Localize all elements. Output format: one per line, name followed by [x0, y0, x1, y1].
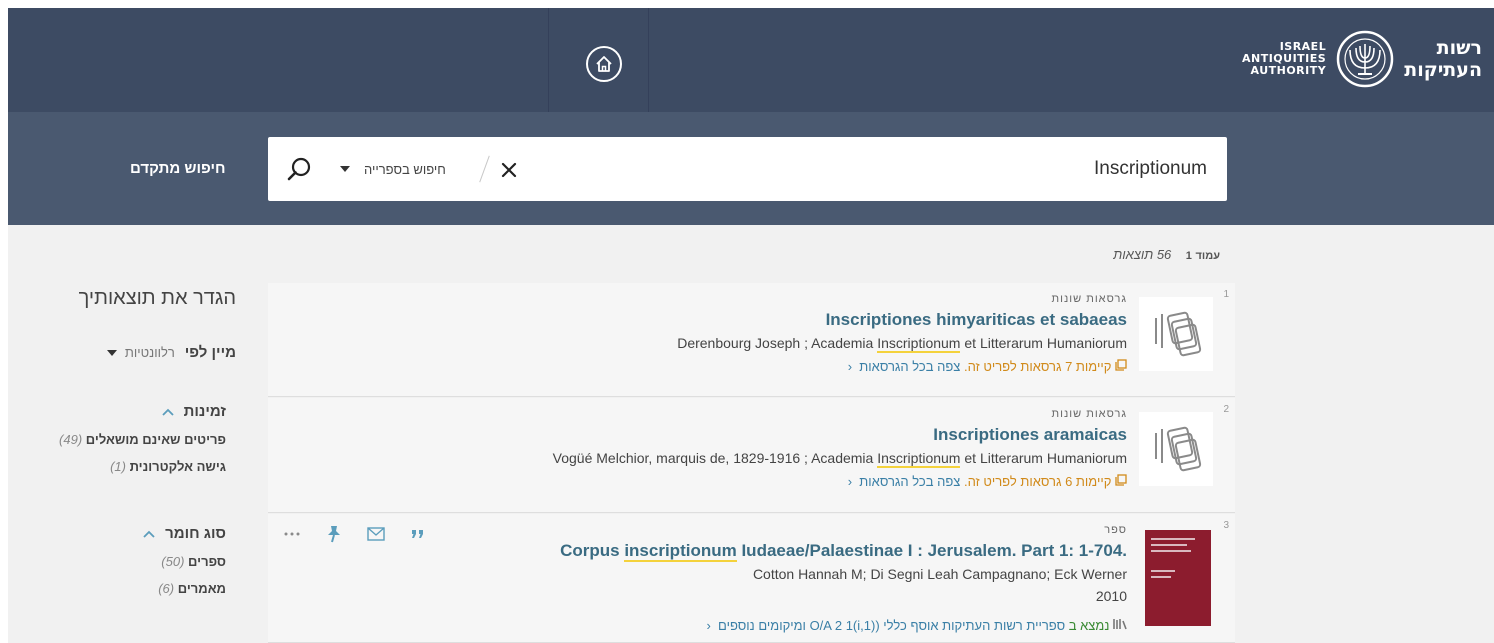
results-count-label: תוצאות: [1113, 247, 1154, 262]
facet-item[interactable]: מאמרים (6): [143, 581, 226, 596]
book-shelf-icon: [1113, 619, 1127, 630]
chevron-left-icon: ‹: [706, 618, 715, 633]
clear-search-button[interactable]: [498, 159, 520, 181]
search-button[interactable]: [286, 156, 314, 184]
availability-status: נמצא ב: [1068, 618, 1110, 633]
page-number: 1: [1185, 250, 1192, 262]
search-term-highlight: Inscriptionum: [877, 335, 961, 353]
result-item[interactable]: 1 גרסאות שונות Inscriptiones himyaritica…: [268, 283, 1235, 397]
search-input[interactable]: [527, 137, 1207, 201]
facet-material-type: סוג חומר ספרים (50) מאמרים (6): [143, 525, 226, 596]
result-text: גרסאות שונות Inscriptiones aramaicas Vog…: [407, 408, 1127, 492]
versions-icon: [1115, 474, 1127, 486]
result-author: Vogüé Melchior, marquis de, 1829-1916 ; …: [552, 450, 1127, 468]
result-number: 2: [1223, 404, 1229, 415]
availability-library-link[interactable]: ספריית רשות העתיקות: [942, 618, 1065, 633]
versions-count-text: קיימות 6 גרסאות לפריט זה.: [963, 474, 1112, 489]
result-year: 2010: [1095, 588, 1127, 604]
results-count: 56: [1156, 247, 1172, 262]
result-author: Cotton Hannah M; Di Segni Leah Campagnan…: [752, 566, 1127, 582]
result-text: ספר Corpus inscriptionum Iudaeae/Palaest…: [407, 524, 1127, 633]
caret-down-icon: [340, 166, 350, 172]
result-number: 3: [1223, 520, 1229, 531]
results-page-info: עמוד 1 56 תוצאות: [1113, 247, 1220, 262]
home-icon: [596, 56, 612, 72]
results-area: עמוד 1 56 תוצאות 1 גרסאות שונות Inscript…: [8, 225, 1494, 643]
result-number: 1: [1223, 289, 1229, 300]
result-author: Derenbourg Joseph ; Academia Inscription…: [677, 335, 1127, 353]
availability-collection[interactable]: אוסף כללי: [883, 618, 938, 633]
book-cover-thumbnail[interactable]: [1145, 530, 1211, 626]
facet-availability-title: זמינות: [183, 403, 226, 420]
search-box: חיפוש בספרייה: [268, 137, 1227, 201]
versions-count-text: קיימות 7 גרסאות לפריט זה.: [963, 359, 1112, 374]
sort-row: מיין לפי רלוונטיות: [106, 344, 236, 361]
result-thumbnail[interactable]: [1139, 297, 1213, 371]
top-bar: ISRAEL ANTIQUITIES AUTHORITY רשות העתיקו…: [8, 8, 1494, 112]
result-item[interactable]: 2 גרסאות שונות Inscriptiones aramaicas V…: [268, 398, 1235, 513]
result-thumbnail[interactable]: [1139, 412, 1213, 486]
chevron-left-icon: ‹: [847, 359, 856, 374]
view-all-versions-link[interactable]: צפה בכל הגרסאות: [859, 474, 960, 489]
facet-item[interactable]: ספרים (50): [143, 554, 226, 569]
topbar-separator: [548, 8, 549, 112]
home-button[interactable]: [586, 46, 622, 82]
more-actions-icon[interactable]: [282, 524, 302, 544]
close-icon: [501, 162, 517, 178]
result-title-link[interactable]: Inscriptiones aramaicas: [407, 425, 1127, 447]
facet-availability-toggle[interactable]: זמינות: [59, 403, 226, 420]
sort-label: מיין לפי: [184, 344, 236, 361]
sort-dropdown[interactable]: רלוונטיות: [106, 345, 175, 360]
email-icon[interactable]: [366, 524, 386, 544]
logo-hebrew: רשות העתיקות: [1404, 37, 1482, 81]
facet-material-type-title: סוג חומר: [165, 525, 226, 542]
chevron-up-icon: [143, 530, 155, 538]
result-item[interactable]: 3 ספר Corpus inscriptionum Iudaeae/Palae…: [268, 514, 1235, 643]
search-bar: חיפוש מתקדם חיפוש בספרייה: [8, 112, 1494, 225]
advanced-search-link[interactable]: חיפוש מתקדם: [130, 160, 226, 177]
chevron-left-icon: ‹: [847, 474, 856, 489]
result-availability: נמצא ב ספריית רשות העתיקות אוסף כללי (O/…: [407, 618, 1127, 633]
facet-item[interactable]: גישה אלקטרונית (1): [59, 459, 226, 474]
result-type: ספר: [1104, 524, 1127, 536]
menorah-emblem-icon: [1336, 30, 1394, 88]
logo-english: ISRAEL ANTIQUITIES AUTHORITY: [1241, 40, 1327, 77]
availability-call-number[interactable]: (O/A 2 1(i,1): [810, 618, 880, 633]
facet-material-type-toggle[interactable]: סוג חומר: [143, 525, 226, 542]
sort-value-label: רלוונטיות: [124, 345, 175, 360]
search-scope-dropdown[interactable]: חיפוש בספרייה: [340, 159, 446, 179]
search-term-highlight: inscriptionum: [624, 541, 737, 562]
result-text: גרסאות שונות Inscriptiones himyariticas …: [407, 293, 1127, 377]
result-versions: קיימות 6 גרסאות לפריט זה. צפה בכל הגרסאו…: [407, 474, 1127, 492]
search-divider: [479, 155, 490, 183]
facets-title: הגדר את תוצאותיך: [78, 287, 236, 309]
result-title-link[interactable]: Inscriptiones himyariticas et sabaeas: [407, 310, 1127, 332]
logo[interactable]: ISRAEL ANTIQUITIES AUTHORITY רשות העתיקו…: [1242, 30, 1482, 88]
search-term-highlight: Inscriptionum: [877, 450, 961, 468]
search-scope-label: חיפוש בספרייה: [364, 161, 446, 177]
view-all-versions-link[interactable]: צפה בכל הגרסאות: [859, 359, 960, 374]
more-locations-link[interactable]: ומיקומים נוספים: [718, 618, 806, 633]
chevron-up-icon: [162, 408, 174, 416]
result-type: גרסאות שונות: [1051, 293, 1127, 305]
result-type: גרסאות שונות: [1051, 408, 1127, 420]
page-label: עמוד: [1195, 250, 1220, 262]
facet-availability: זמינות פריטים שאינם מושאלים (49) גישה אל…: [59, 403, 226, 474]
facet-item[interactable]: פריטים שאינם מושאלים (49): [59, 432, 226, 447]
multiple-versions-icon: [1155, 426, 1202, 472]
topbar-separator: [648, 8, 649, 112]
pin-icon[interactable]: [324, 524, 344, 544]
result-versions: קיימות 7 גרסאות לפריט זה. צפה בכל הגרסאו…: [407, 359, 1127, 377]
versions-icon: [1115, 359, 1127, 371]
multiple-versions-icon: [1155, 311, 1202, 357]
search-icon: [287, 157, 311, 181]
caret-down-icon: [106, 349, 117, 356]
result-title-link[interactable]: Corpus inscriptionum Iudaeae/Palaestinae…: [407, 541, 1127, 563]
